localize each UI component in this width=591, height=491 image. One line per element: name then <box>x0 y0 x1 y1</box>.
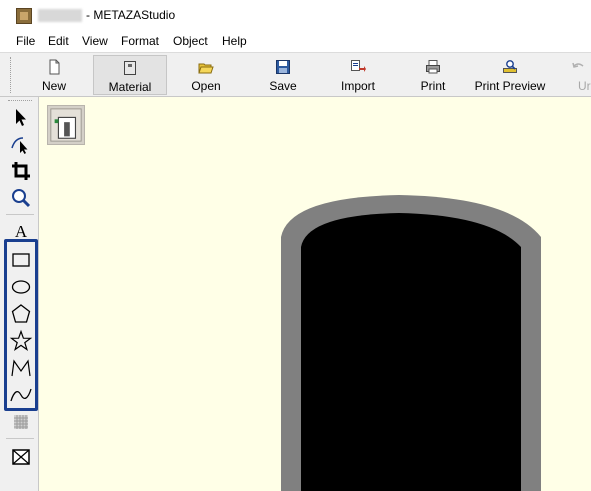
save-button-label: Save <box>269 79 297 93</box>
toolbar-grip[interactable] <box>10 57 13 93</box>
node-edit-icon[interactable] <box>9 132 33 156</box>
menu-format[interactable]: Format <box>121 34 159 48</box>
printer-icon <box>426 60 440 74</box>
crop-icon[interactable] <box>9 159 33 183</box>
menu-edit[interactable]: Edit <box>48 34 69 48</box>
new-button-label: New <box>41 79 66 93</box>
print-button[interactable]: Print <box>404 55 462 95</box>
material-icon <box>124 61 136 75</box>
save-button[interactable]: Save <box>252 55 314 95</box>
menu-file[interactable]: File <box>16 34 35 48</box>
pattern-icon[interactable] <box>9 410 33 434</box>
open-folder-icon <box>198 63 214 74</box>
app-icon <box>16 8 32 24</box>
import-button-label: Import <box>340 79 375 93</box>
arch-shape[interactable] <box>39 97 591 491</box>
import-icon <box>351 60 366 72</box>
palette-separator <box>6 438 34 439</box>
undo-icon <box>572 62 584 68</box>
fill-icon[interactable] <box>9 445 33 469</box>
shape-tools-highlight <box>4 239 38 411</box>
new-button[interactable]: New <box>22 55 86 95</box>
palette-separator <box>6 214 34 215</box>
undo-button-label: Ur <box>578 79 591 93</box>
title-bar: - METAZAStudio <box>0 0 591 31</box>
save-disk-icon <box>276 60 290 74</box>
print-preview-icon <box>503 60 517 73</box>
main-toolbar: New Material Open Save Import Print Prin… <box>0 52 591 97</box>
window-title: - METAZAStudio <box>86 8 176 22</box>
select-arrow-icon[interactable] <box>9 105 33 129</box>
blurred-file-name <box>38 9 82 22</box>
import-button[interactable]: Import <box>326 55 390 95</box>
print-preview-button-label: Print Preview <box>474 79 546 93</box>
print-button-label: Print <box>420 79 446 93</box>
zoom-icon[interactable] <box>9 186 33 210</box>
new-document-icon <box>49 59 60 75</box>
menu-bar: File Edit View Format Object Help <box>0 31 591 52</box>
open-button[interactable]: Open <box>175 55 237 95</box>
menu-object[interactable]: Object <box>173 34 208 48</box>
undo-button[interactable]: Ur <box>566 55 591 95</box>
print-preview-button[interactable]: Print Preview <box>470 55 550 95</box>
menu-help[interactable]: Help <box>222 34 247 48</box>
menu-view[interactable]: View <box>82 34 108 48</box>
material-button-label: Material <box>108 80 152 94</box>
open-button-label: Open <box>191 79 221 93</box>
material-button[interactable]: Material <box>93 55 167 95</box>
palette-grip[interactable] <box>8 100 32 102</box>
arch-inner-fill <box>301 213 521 491</box>
drawing-canvas[interactable] <box>39 97 591 491</box>
